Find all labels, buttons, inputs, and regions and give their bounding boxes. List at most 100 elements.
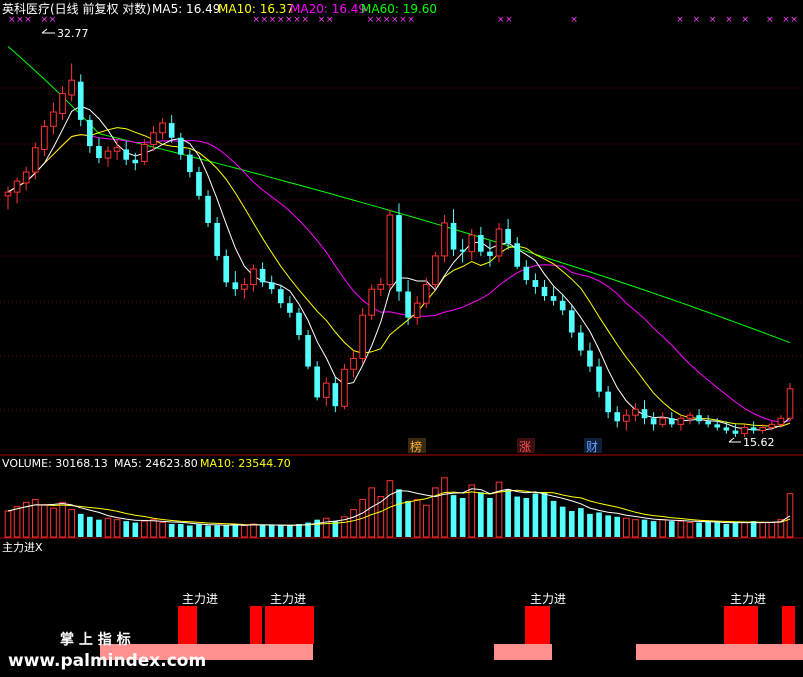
volume-bar (150, 519, 157, 538)
signal-mark: × (277, 15, 285, 25)
candle (305, 329, 311, 370)
volume-bar (786, 493, 794, 538)
volume-bar (596, 512, 602, 537)
volume-bar (759, 522, 767, 538)
candle-body (314, 366, 320, 398)
volume-bar (741, 522, 748, 538)
signal-mark: × (742, 15, 750, 25)
signal-block (250, 606, 262, 644)
watermark-url: www.palmindex.com (8, 651, 206, 671)
volume-ma10: MA10: 23544.70 (200, 457, 291, 470)
candle-body (587, 350, 593, 367)
candle-body (350, 357, 357, 370)
candle-body (441, 222, 448, 257)
signal-mark: × (367, 15, 375, 25)
signal-mark: × (24, 15, 32, 25)
signal-mark: × (505, 15, 513, 25)
volume-bar (241, 524, 248, 538)
candle-body (113, 147, 121, 152)
candle-body (523, 266, 530, 281)
volume-ma5: MA5: 24623.80 (114, 457, 198, 470)
candle-body (223, 255, 230, 283)
volume-bar (468, 484, 476, 538)
volume-bar (168, 524, 175, 537)
signal-block (265, 606, 314, 644)
signal-block (782, 606, 795, 644)
svg-text:榜: 榜 (410, 439, 422, 454)
candle (396, 203, 402, 301)
volume-bar (141, 520, 148, 538)
candle-body (377, 284, 385, 290)
volume-bar (187, 525, 193, 537)
candle-body (568, 310, 575, 333)
signal-block (178, 606, 197, 644)
candle-body (123, 149, 130, 160)
volume-bar (677, 520, 685, 538)
candle-body (268, 282, 275, 290)
badge-zhang[interactable]: 涨 (517, 438, 535, 454)
signal-label: 主力进 (530, 592, 566, 606)
ready-label: 准备现金 (276, 662, 324, 677)
candle-body (50, 111, 57, 127)
volume-bar (96, 519, 102, 537)
candle-body (132, 159, 139, 164)
candle-body (478, 235, 484, 252)
candle-body (214, 222, 220, 256)
signal-block (724, 606, 758, 644)
candle-body (750, 427, 757, 431)
candle-body (650, 418, 657, 425)
watermark-cn: 掌 上 指 标 (60, 631, 131, 648)
candle (786, 383, 794, 422)
candle-body (487, 251, 493, 256)
volume-bar (732, 522, 739, 537)
volume-bar (13, 506, 21, 538)
candle (386, 209, 394, 290)
volume-bar (459, 498, 466, 537)
ready-block (636, 644, 803, 660)
volume-bar (223, 525, 230, 537)
signal-mark: × (790, 15, 798, 25)
stock-chart[interactable]: 英科医疗(日线 前复权 对数) MA5: 16.49 MA10: 16.37 M… (0, 0, 803, 677)
volume-bar (578, 508, 584, 537)
candle-body (277, 289, 284, 304)
volume-bar (386, 480, 394, 538)
badge-bang[interactable]: 榜 (408, 438, 426, 454)
signal-mark: × (383, 15, 391, 25)
volume-bar (686, 522, 694, 538)
volume-bar (41, 504, 48, 538)
candle-body (732, 430, 739, 434)
candle-body (22, 171, 30, 184)
candle-body (596, 366, 602, 392)
volume-bar (59, 501, 66, 538)
candle (368, 284, 376, 321)
badge-cai[interactable]: 财 (584, 438, 602, 454)
volume-bar (659, 519, 667, 538)
ready-label: 准备现金 (640, 662, 688, 677)
signal-mark: × (41, 15, 49, 25)
volume-bar (450, 495, 457, 537)
volume-bar (422, 504, 430, 538)
candle-body (259, 268, 266, 283)
volume-bar (268, 525, 275, 537)
signal-mark: × (293, 15, 301, 25)
signal-mark: × (318, 15, 326, 25)
candle-body (786, 388, 794, 419)
candle-body (287, 303, 293, 313)
signal-mark: × (782, 15, 790, 25)
volume-bar (296, 524, 302, 537)
signal-mark: × (49, 15, 57, 25)
candle-body (305, 335, 311, 367)
candle-body (550, 296, 557, 301)
candle-body (723, 427, 730, 431)
volume-bar (50, 507, 57, 538)
volume-bar (587, 513, 593, 537)
signal-mark: × (693, 15, 701, 25)
stock-title: 英科医疗(日线 前复权 对数) (2, 1, 151, 16)
candle-body (705, 421, 711, 425)
signal-mark: × (285, 15, 293, 25)
signal-label: 主力进 (182, 592, 218, 606)
volume-bar (541, 492, 548, 537)
volume-bar (132, 522, 139, 537)
candle-body (96, 146, 102, 159)
candle-body (205, 195, 211, 223)
